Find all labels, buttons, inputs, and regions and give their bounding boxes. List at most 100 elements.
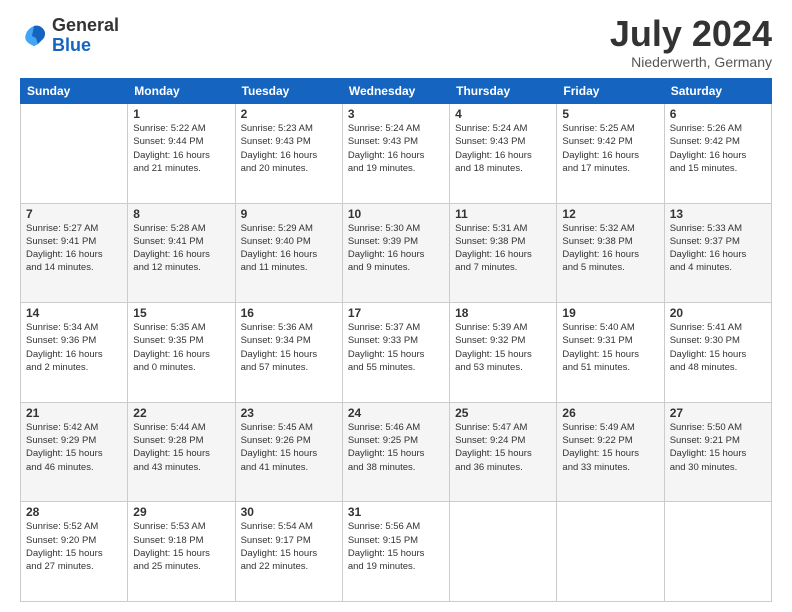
day-number: 1 (133, 107, 229, 121)
day-info: Sunrise: 5:36 AMSunset: 9:34 PMDaylight:… (241, 321, 337, 374)
day-cell-5-4: 31Sunrise: 5:56 AMSunset: 9:15 PMDayligh… (342, 502, 449, 602)
day-info: Sunrise: 5:49 AMSunset: 9:22 PMDaylight:… (562, 421, 658, 474)
day-cell-1-7: 6Sunrise: 5:26 AMSunset: 9:42 PMDaylight… (664, 104, 771, 204)
day-cell-5-3: 30Sunrise: 5:54 AMSunset: 9:17 PMDayligh… (235, 502, 342, 602)
calendar-body: 1Sunrise: 5:22 AMSunset: 9:44 PMDaylight… (21, 104, 772, 602)
day-cell-3-5: 18Sunrise: 5:39 AMSunset: 9:32 PMDayligh… (450, 303, 557, 403)
day-info: Sunrise: 5:44 AMSunset: 9:28 PMDaylight:… (133, 421, 229, 474)
day-info: Sunrise: 5:28 AMSunset: 9:41 PMDaylight:… (133, 222, 229, 275)
day-info: Sunrise: 5:39 AMSunset: 9:32 PMDaylight:… (455, 321, 551, 374)
day-number: 16 (241, 306, 337, 320)
day-cell-3-3: 16Sunrise: 5:36 AMSunset: 9:34 PMDayligh… (235, 303, 342, 403)
day-info: Sunrise: 5:34 AMSunset: 9:36 PMDaylight:… (26, 321, 122, 374)
logo-text: General Blue (52, 16, 119, 56)
day-cell-1-2: 1Sunrise: 5:22 AMSunset: 9:44 PMDaylight… (128, 104, 235, 204)
week-row-3: 14Sunrise: 5:34 AMSunset: 9:36 PMDayligh… (21, 303, 772, 403)
day-number: 15 (133, 306, 229, 320)
day-cell-5-5 (450, 502, 557, 602)
day-info: Sunrise: 5:53 AMSunset: 9:18 PMDaylight:… (133, 520, 229, 573)
day-cell-4-1: 21Sunrise: 5:42 AMSunset: 9:29 PMDayligh… (21, 402, 128, 502)
logo-blue: Blue (52, 35, 91, 55)
day-info: Sunrise: 5:56 AMSunset: 9:15 PMDaylight:… (348, 520, 444, 573)
day-number: 25 (455, 406, 551, 420)
day-info: Sunrise: 5:40 AMSunset: 9:31 PMDaylight:… (562, 321, 658, 374)
week-row-1: 1Sunrise: 5:22 AMSunset: 9:44 PMDaylight… (21, 104, 772, 204)
day-number: 30 (241, 505, 337, 519)
day-number: 27 (670, 406, 766, 420)
day-cell-4-6: 26Sunrise: 5:49 AMSunset: 9:22 PMDayligh… (557, 402, 664, 502)
day-number: 10 (348, 207, 444, 221)
day-cell-3-6: 19Sunrise: 5:40 AMSunset: 9:31 PMDayligh… (557, 303, 664, 403)
day-info: Sunrise: 5:37 AMSunset: 9:33 PMDaylight:… (348, 321, 444, 374)
day-cell-2-6: 12Sunrise: 5:32 AMSunset: 9:38 PMDayligh… (557, 203, 664, 303)
subtitle: Niederwerth, Germany (610, 54, 772, 70)
calendar-header: Sunday Monday Tuesday Wednesday Thursday… (21, 79, 772, 104)
day-info: Sunrise: 5:47 AMSunset: 9:24 PMDaylight:… (455, 421, 551, 474)
day-number: 7 (26, 207, 122, 221)
day-cell-2-4: 10Sunrise: 5:30 AMSunset: 9:39 PMDayligh… (342, 203, 449, 303)
col-wednesday: Wednesday (342, 79, 449, 104)
day-info: Sunrise: 5:46 AMSunset: 9:25 PMDaylight:… (348, 421, 444, 474)
col-monday: Monday (128, 79, 235, 104)
day-number: 23 (241, 406, 337, 420)
day-number: 13 (670, 207, 766, 221)
logo-general: General (52, 15, 119, 35)
day-cell-5-2: 29Sunrise: 5:53 AMSunset: 9:18 PMDayligh… (128, 502, 235, 602)
day-number: 19 (562, 306, 658, 320)
day-number: 24 (348, 406, 444, 420)
day-cell-5-1: 28Sunrise: 5:52 AMSunset: 9:20 PMDayligh… (21, 502, 128, 602)
day-cell-1-1 (21, 104, 128, 204)
day-cell-1-5: 4Sunrise: 5:24 AMSunset: 9:43 PMDaylight… (450, 104, 557, 204)
col-sunday: Sunday (21, 79, 128, 104)
day-info: Sunrise: 5:45 AMSunset: 9:26 PMDaylight:… (241, 421, 337, 474)
day-number: 20 (670, 306, 766, 320)
week-row-4: 21Sunrise: 5:42 AMSunset: 9:29 PMDayligh… (21, 402, 772, 502)
day-cell-4-2: 22Sunrise: 5:44 AMSunset: 9:28 PMDayligh… (128, 402, 235, 502)
day-cell-1-4: 3Sunrise: 5:24 AMSunset: 9:43 PMDaylight… (342, 104, 449, 204)
day-cell-3-1: 14Sunrise: 5:34 AMSunset: 9:36 PMDayligh… (21, 303, 128, 403)
day-cell-3-2: 15Sunrise: 5:35 AMSunset: 9:35 PMDayligh… (128, 303, 235, 403)
day-number: 11 (455, 207, 551, 221)
day-info: Sunrise: 5:33 AMSunset: 9:37 PMDaylight:… (670, 222, 766, 275)
day-info: Sunrise: 5:32 AMSunset: 9:38 PMDaylight:… (562, 222, 658, 275)
logo-icon (20, 22, 48, 50)
day-info: Sunrise: 5:27 AMSunset: 9:41 PMDaylight:… (26, 222, 122, 275)
week-row-2: 7Sunrise: 5:27 AMSunset: 9:41 PMDaylight… (21, 203, 772, 303)
day-cell-2-7: 13Sunrise: 5:33 AMSunset: 9:37 PMDayligh… (664, 203, 771, 303)
day-number: 26 (562, 406, 658, 420)
header: General Blue July 2024 Niederwerth, Germ… (20, 16, 772, 70)
calendar-table: Sunday Monday Tuesday Wednesday Thursday… (20, 78, 772, 602)
day-cell-3-4: 17Sunrise: 5:37 AMSunset: 9:33 PMDayligh… (342, 303, 449, 403)
day-number: 5 (562, 107, 658, 121)
day-number: 9 (241, 207, 337, 221)
col-saturday: Saturday (664, 79, 771, 104)
day-cell-4-7: 27Sunrise: 5:50 AMSunset: 9:21 PMDayligh… (664, 402, 771, 502)
day-info: Sunrise: 5:52 AMSunset: 9:20 PMDaylight:… (26, 520, 122, 573)
day-number: 14 (26, 306, 122, 320)
day-number: 18 (455, 306, 551, 320)
day-cell-5-6 (557, 502, 664, 602)
day-info: Sunrise: 5:54 AMSunset: 9:17 PMDaylight:… (241, 520, 337, 573)
day-info: Sunrise: 5:31 AMSunset: 9:38 PMDaylight:… (455, 222, 551, 275)
day-info: Sunrise: 5:50 AMSunset: 9:21 PMDaylight:… (670, 421, 766, 474)
day-info: Sunrise: 5:22 AMSunset: 9:44 PMDaylight:… (133, 122, 229, 175)
day-cell-2-1: 7Sunrise: 5:27 AMSunset: 9:41 PMDaylight… (21, 203, 128, 303)
day-number: 29 (133, 505, 229, 519)
day-cell-3-7: 20Sunrise: 5:41 AMSunset: 9:30 PMDayligh… (664, 303, 771, 403)
day-info: Sunrise: 5:26 AMSunset: 9:42 PMDaylight:… (670, 122, 766, 175)
day-cell-2-3: 9Sunrise: 5:29 AMSunset: 9:40 PMDaylight… (235, 203, 342, 303)
day-info: Sunrise: 5:41 AMSunset: 9:30 PMDaylight:… (670, 321, 766, 374)
day-cell-4-4: 24Sunrise: 5:46 AMSunset: 9:25 PMDayligh… (342, 402, 449, 502)
day-number: 12 (562, 207, 658, 221)
day-number: 6 (670, 107, 766, 121)
col-tuesday: Tuesday (235, 79, 342, 104)
day-number: 22 (133, 406, 229, 420)
day-info: Sunrise: 5:24 AMSunset: 9:43 PMDaylight:… (348, 122, 444, 175)
day-number: 31 (348, 505, 444, 519)
day-cell-2-5: 11Sunrise: 5:31 AMSunset: 9:38 PMDayligh… (450, 203, 557, 303)
week-row-5: 28Sunrise: 5:52 AMSunset: 9:20 PMDayligh… (21, 502, 772, 602)
day-info: Sunrise: 5:23 AMSunset: 9:43 PMDaylight:… (241, 122, 337, 175)
day-cell-5-7 (664, 502, 771, 602)
day-cell-2-2: 8Sunrise: 5:28 AMSunset: 9:41 PMDaylight… (128, 203, 235, 303)
logo: General Blue (20, 16, 119, 56)
